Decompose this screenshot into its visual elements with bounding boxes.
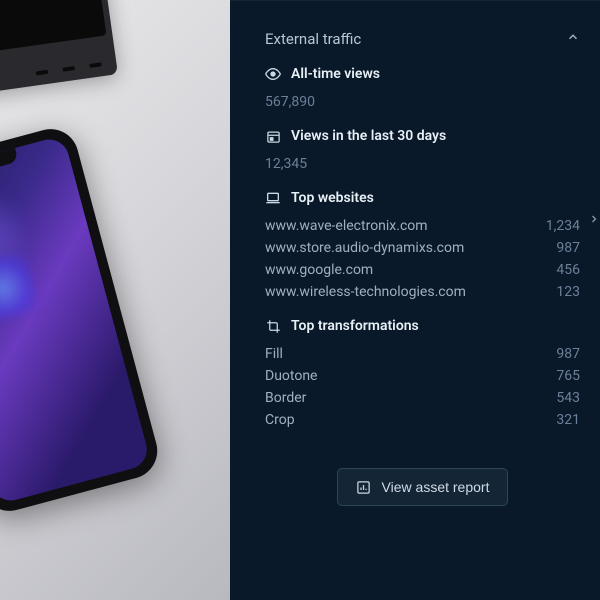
- transform-row: Fill 987: [265, 346, 580, 362]
- transform-row: Border 543: [265, 390, 580, 406]
- transform-count: 543: [556, 390, 580, 406]
- last-30-days-label: Views in the last 30 days: [291, 128, 446, 144]
- eye-icon: [265, 66, 281, 82]
- all-time-views-label: All-time views: [291, 66, 380, 82]
- website-count: 987: [556, 240, 580, 256]
- external-traffic-header[interactable]: External traffic: [265, 1, 580, 66]
- transform-count: 765: [556, 368, 580, 384]
- section-title: External traffic: [265, 30, 361, 48]
- transforms-list: Fill 987 Duotone 765 Border 543 Crop 321: [265, 346, 580, 428]
- website-count: 456: [556, 262, 580, 278]
- crop-icon: [265, 318, 281, 334]
- top-websites-label: Top websites: [291, 190, 374, 206]
- website-count: 123: [556, 284, 580, 300]
- transform-name: Duotone: [265, 368, 317, 384]
- transform-count: 321: [556, 412, 580, 428]
- bar-chart-icon: [356, 479, 372, 495]
- transform-name: Border: [265, 390, 306, 406]
- all-time-views-block: All-time views 567,890: [265, 66, 580, 110]
- last-30-days-block: Views in the last 30 days 12,345: [265, 128, 580, 172]
- phone-graphic: [0, 123, 164, 517]
- website-name: www.google.com: [265, 262, 373, 278]
- websites-list: www.wave-electronix.com 1,234 www.store.…: [265, 218, 580, 300]
- calendar-icon: [265, 128, 281, 144]
- website-name: www.wireless-technologies.com: [265, 284, 466, 300]
- website-count: 1,234: [546, 218, 580, 234]
- website-row: www.wireless-technologies.com 123: [265, 284, 580, 300]
- transform-row: Duotone 765: [265, 368, 580, 384]
- top-websites-block: Top websites www.wave-electronix.com 1,2…: [265, 190, 580, 300]
- top-transformations-block: Top transformations Fill 987 Duotone 765…: [265, 318, 580, 428]
- transform-count: 987: [556, 346, 580, 362]
- chevron-up-icon[interactable]: [566, 29, 580, 48]
- website-name: www.wave-electronix.com: [265, 218, 428, 234]
- transform-row: Crop 321: [265, 412, 580, 428]
- view-asset-report-button[interactable]: View asset report: [337, 468, 509, 506]
- website-row: www.google.com 456: [265, 262, 580, 278]
- website-row: www.wave-electronix.com 1,234: [265, 218, 580, 234]
- top-transformations-label: Top transformations: [291, 318, 419, 334]
- transform-name: Fill: [265, 346, 283, 362]
- transform-name: Crop: [265, 412, 295, 428]
- all-time-views-value: 567,890: [265, 94, 580, 110]
- laptop-graphic: [0, 0, 118, 105]
- laptop-icon: [265, 190, 281, 206]
- asset-preview-image: [0, 0, 230, 600]
- website-row: www.store.audio-dynamixs.com 987: [265, 240, 580, 256]
- expand-right-icon[interactable]: [588, 210, 600, 229]
- external-traffic-panel: External traffic All-time views 567,890 …: [230, 0, 600, 600]
- report-button-label: View asset report: [382, 479, 490, 495]
- last-30-days-value: 12,345: [265, 156, 580, 172]
- website-name: www.store.audio-dynamixs.com: [265, 240, 464, 256]
